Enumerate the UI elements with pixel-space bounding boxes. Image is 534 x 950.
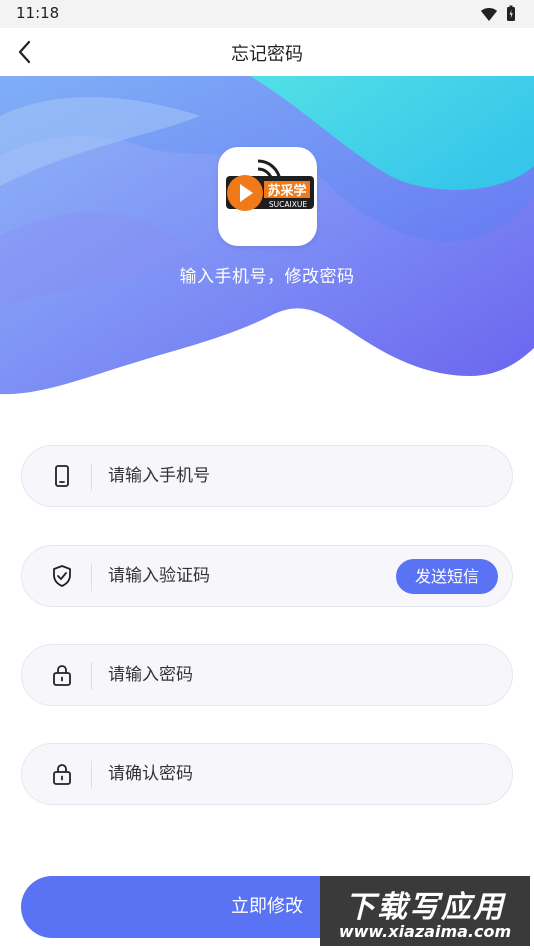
forgot-password-screen: 11:18 忘记密码 苏采学 SUCAIXUE 输入手机号，修改密码 请输入手机…	[0, 0, 534, 950]
confirm-password-field[interactable]	[21, 743, 513, 805]
shield-check-icon	[53, 565, 71, 587]
status-time: 11:18	[16, 4, 60, 22]
hero-subtitle: 输入手机号，修改密码	[179, 267, 355, 287]
logo-subtext: SUCAIXUE	[269, 200, 307, 209]
status-icons	[481, 5, 515, 21]
phone-field[interactable]	[21, 445, 513, 507]
hero-banner: 苏采学 SUCAIXUE 输入手机号，修改密码	[0, 76, 534, 406]
logo-text: 苏采学	[267, 183, 306, 199]
lock-icon	[53, 665, 71, 686]
password-field[interactable]	[21, 644, 513, 706]
status-bar: 11:18	[0, 0, 534, 28]
watermark-main: 下载写应用	[345, 890, 505, 925]
send-sms-button[interactable]: 发送短信	[396, 559, 498, 594]
watermark: 下载写应用 www.xiazaima.com	[320, 876, 530, 946]
field-divider	[91, 662, 92, 690]
field-divider	[91, 463, 92, 491]
app-logo-mark: 苏采学 SUCAIXUE	[226, 159, 314, 211]
field-divider	[91, 563, 92, 591]
phone-input[interactable]	[108, 446, 388, 506]
field-divider	[91, 761, 92, 789]
watermark-url: www.xiazaima.com	[338, 922, 512, 941]
lock-icon	[53, 764, 71, 785]
nav-bar: 忘记密码	[0, 28, 534, 76]
confirm-password-input[interactable]	[108, 744, 388, 804]
phone-icon	[55, 465, 69, 487]
code-field[interactable]: 发送短信	[21, 545, 513, 607]
code-input[interactable]	[108, 546, 388, 606]
page-title: 忘记密码	[231, 44, 303, 65]
password-input[interactable]	[108, 645, 388, 705]
wifi-icon	[481, 8, 497, 21]
app-logo: 苏采学 SUCAIXUE	[218, 147, 317, 246]
